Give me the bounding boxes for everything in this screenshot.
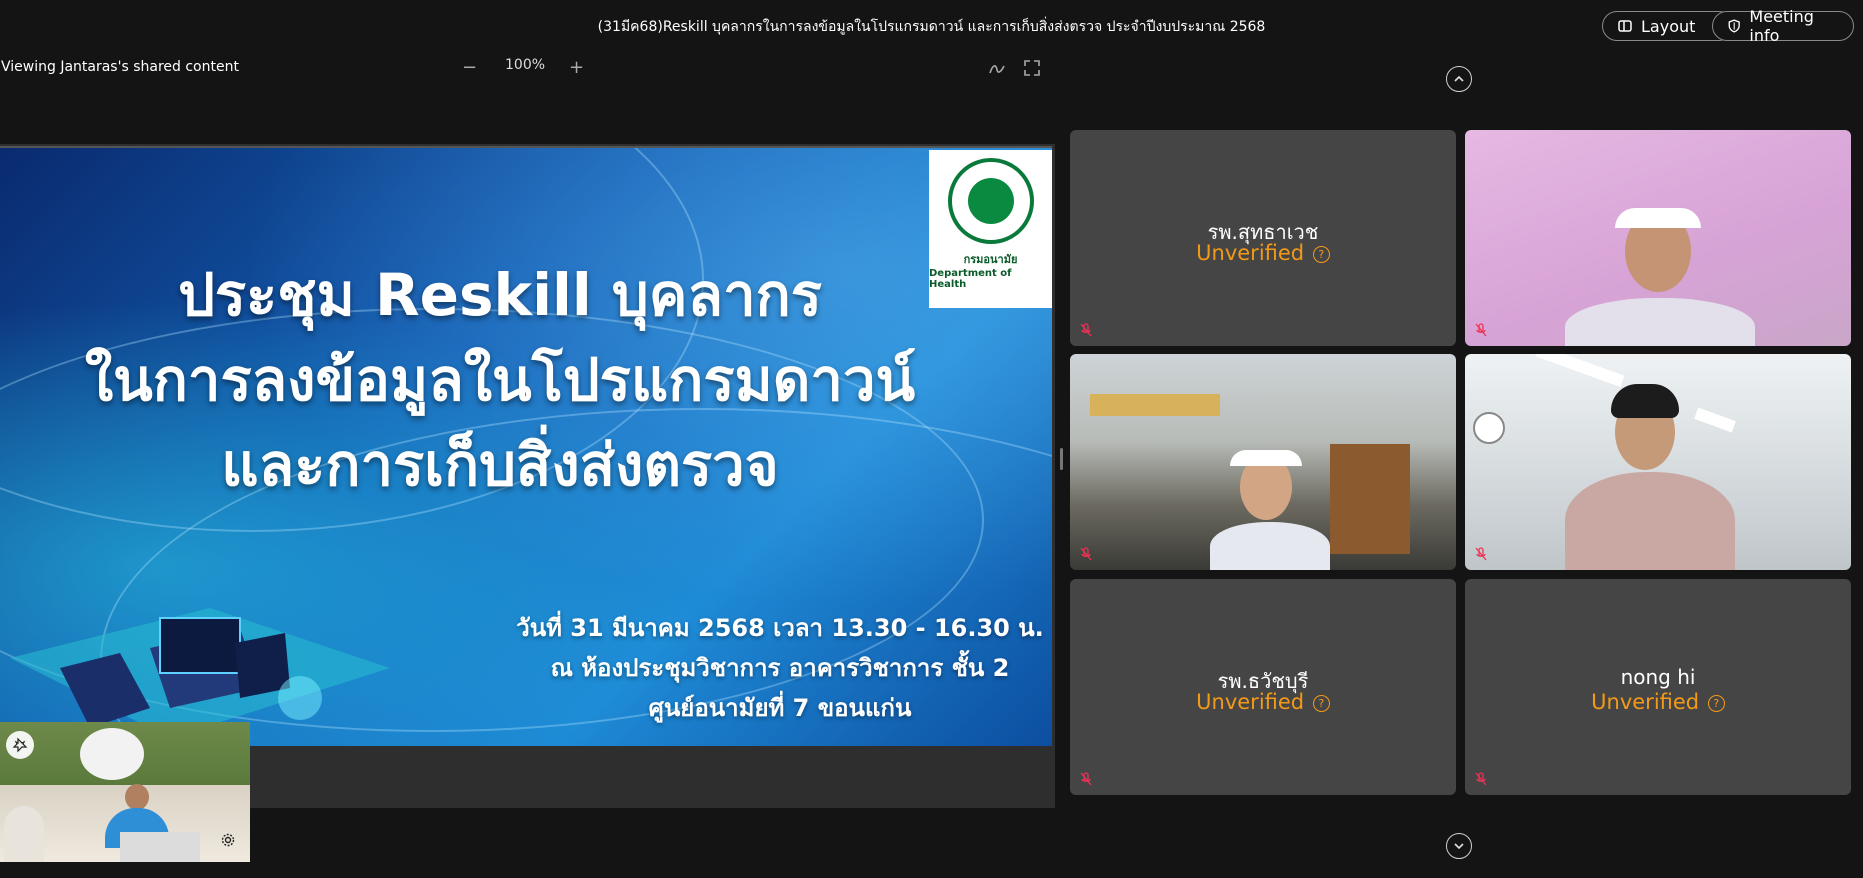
top-bar: (31มีค68)Reskill บุคลากรในการลงข้อมูลในโ… [0,0,1863,52]
meeting-info-label: Meeting info [1749,7,1814,45]
mic-off-icon [1475,323,1487,337]
zoom-out-button[interactable]: − [462,57,477,78]
participant-tile[interactable] [1465,130,1851,346]
ministry-logo: กรมอนามัย Department of Health [929,150,1052,308]
layout-icon [1618,20,1632,32]
chevron-up-icon [1454,75,1464,82]
help-icon: ? [1707,695,1725,712]
zoom-level: 100% [505,57,546,73]
mic-off-icon [1475,772,1487,786]
bookshelf [1330,444,1410,554]
scroll-up-button[interactable] [1446,66,1472,92]
participant-tile[interactable]: nong hi Unverified ? [1465,579,1851,795]
shield-icon [1728,19,1740,33]
logo-thai-text: กรมอนามัย [963,253,1018,266]
logo-english-text: Department of Health [929,268,1012,290]
scroll-down-button[interactable] [1446,833,1472,859]
shared-slide[interactable]: ประชุม Reskill บุคลากร ในการลงข้อมูลในโป… [0,146,1052,746]
ceiling-light [1694,407,1736,433]
layout-label: Layout [1641,16,1696,36]
slide-title-line-1: ประชุม Reskill บุคลากร [178,261,822,329]
ceiling-light [1535,354,1625,388]
banner [1090,394,1220,416]
meeting-title: (31มีค68)Reskill บุคลากรในการลงข้อมูลในโ… [597,19,1266,35]
chevron-down-icon [1454,843,1464,850]
person-head [125,784,149,810]
slide-center-line: ศูนย์อนามัยที่ 7 ขอนแก่น [648,694,912,722]
person-body [4,806,44,862]
participant-name: nong hi [1620,665,1696,689]
slide-title-line-2: ในการลงข้อมูลในโปรแกรมดาวน์ [84,346,916,414]
viewing-label: Viewing Jantaras's shared content [1,59,239,75]
self-view-settings-button[interactable] [214,826,242,854]
desk [120,832,200,862]
pen-icon[interactable] [987,58,1007,78]
participant-body [1210,522,1330,570]
participant-status: Unverified ? [1465,690,1851,714]
slide-title-line-3: และการเก็บสิ่งส่งตรวจ [221,431,779,499]
wall-clock [1473,412,1505,444]
participant-tile[interactable] [1465,354,1851,570]
participant-status: Unverified ? [1070,241,1456,265]
slide-date-line: วันที่ 31 มีนาคม 2568 เวลา 13.30 - 16.30… [516,614,1044,642]
slide-venue-line: ณ ห้องประชุมวิชาการ อาคารวิชาการ ชั้น 2 [550,654,1010,682]
participant-hair [1611,384,1679,418]
participant-tile[interactable] [1070,354,1456,570]
gear-icon [221,833,235,847]
mic-off-icon [1080,547,1092,561]
nurse-cap [1615,208,1701,228]
pin-icon [12,737,28,753]
participant-body [1565,298,1755,346]
laptop-illustration [10,608,390,738]
participant-body [1565,472,1735,570]
zoom-in-button[interactable]: + [569,57,584,78]
participant-tile[interactable]: รพ.ธวัชบุรี Unverified ? [1070,579,1456,795]
help-icon: ? [1312,246,1330,263]
nurse-cap [1230,450,1302,466]
pin-button[interactable] [6,731,34,759]
mic-off-icon [1475,547,1487,561]
fullscreen-icon[interactable] [1022,58,1042,78]
share-toolbar: Viewing Jantaras's shared content − 100%… [0,52,1055,84]
panel-splitter[interactable] [1060,448,1063,470]
logo-seal [947,158,1034,244]
participant-status: Unverified ? [1070,690,1456,714]
meeting-info-button[interactable]: Meeting info [1712,7,1854,45]
mic-off-icon [1080,323,1092,337]
help-icon: ? [1312,695,1330,712]
backdrop-logo [80,728,144,780]
participant-tile[interactable]: รพ.สุทธาเวช Unverified ? [1070,130,1456,346]
self-view-video[interactable] [0,722,250,862]
mic-off-icon [1080,772,1092,786]
